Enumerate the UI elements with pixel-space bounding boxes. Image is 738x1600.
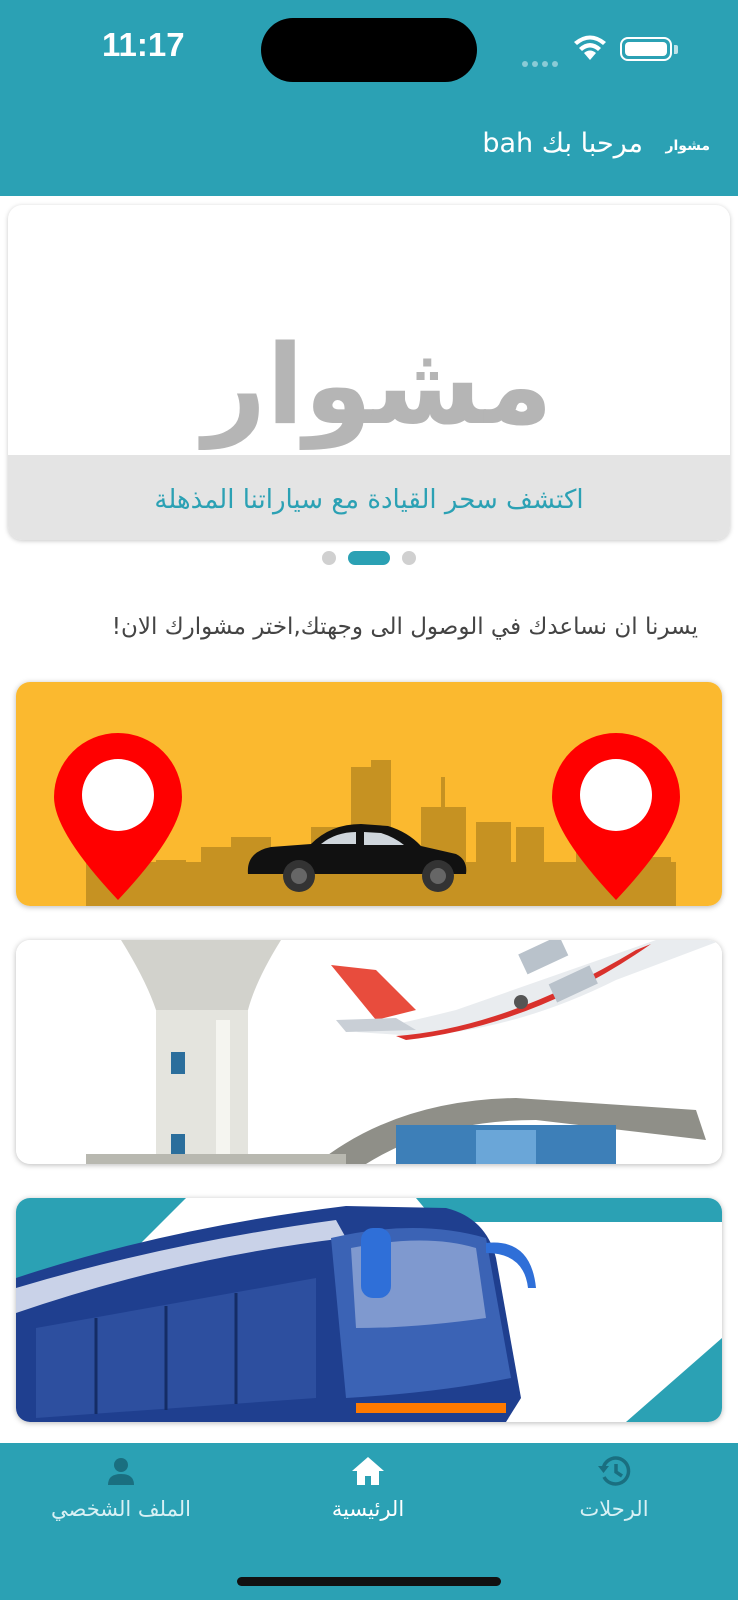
person-icon (108, 1458, 134, 1485)
brand-logo: مشوار (202, 321, 557, 449)
bus-illustration (16, 1198, 722, 1422)
status-time: 11:17 (102, 26, 185, 63)
carousel-indicator (0, 547, 738, 565)
greeting-text: مرحبا بك bah (482, 128, 643, 159)
nav-label-profile: الملف الشخصي (51, 1497, 191, 1521)
intro-text: يسرنا ان نساعدك في الوصول الى وجهتك,اختر… (111, 614, 698, 640)
cellular-signal-icon (522, 52, 562, 71)
taxi-ride-card[interactable] (16, 682, 722, 906)
history-icon (598, 1456, 631, 1486)
carousel-caption: اكتشف سحر القيادة مع سياراتنا المذهلة (154, 485, 584, 515)
carousel-dot-active[interactable] (348, 550, 390, 565)
carousel-dot[interactable] (322, 550, 336, 565)
bus-card[interactable] (16, 1198, 722, 1422)
nav-label-home: الرئيسية (331, 1497, 405, 1521)
nav-profile[interactable]: الملف الشخصي (21, 1455, 221, 1521)
home-icon (352, 1457, 384, 1485)
promo-carousel[interactable]: مشوار اكتشف سحر القيادة مع سياراتنا المذ… (8, 205, 730, 540)
airport-illustration (16, 940, 722, 1164)
nav-home[interactable]: الرئيسية (268, 1455, 468, 1521)
nav-trips[interactable]: الرحلات (514, 1455, 714, 1521)
battery-icon (620, 37, 672, 61)
taxi-illustration (16, 682, 722, 906)
app-header: 11:17 مرحبا بك bah مشوار (0, 0, 738, 196)
nav-label-trips: الرحلات (579, 1497, 649, 1521)
dynamic-island (261, 18, 477, 82)
wifi-icon (574, 35, 606, 60)
home-indicator[interactable] (237, 1577, 501, 1586)
carousel-dot[interactable] (402, 550, 416, 565)
brand-logo-small: مشوار (665, 138, 710, 154)
airport-card[interactable] (16, 940, 722, 1164)
